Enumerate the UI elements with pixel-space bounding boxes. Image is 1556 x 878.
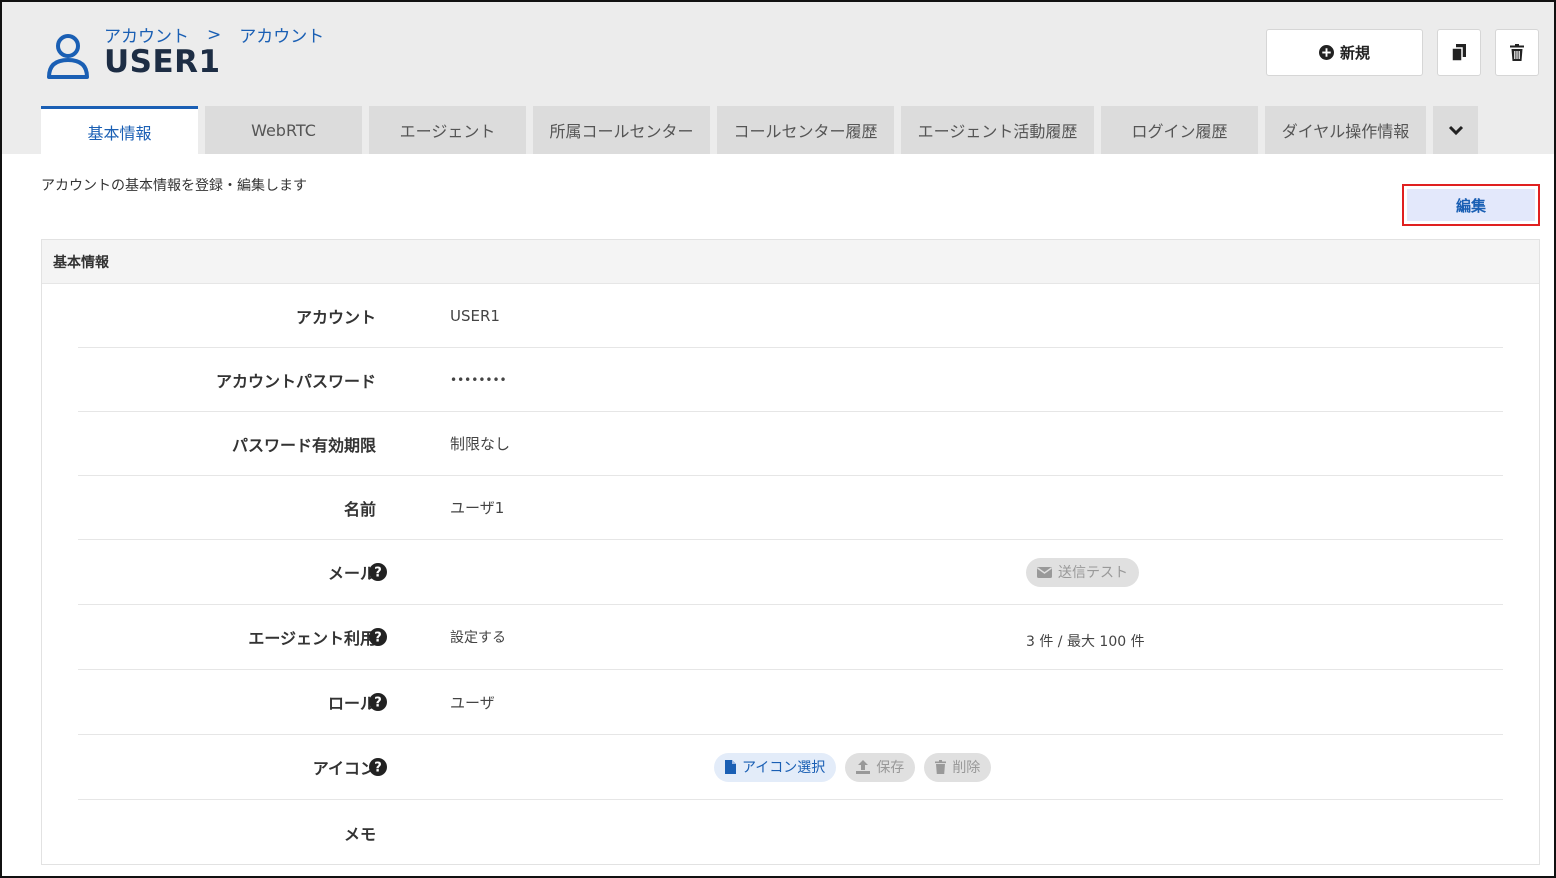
tab-agent[interactable]: エージェント: [369, 106, 526, 154]
icon-actions: アイコン選択 保存 削除: [714, 735, 992, 799]
tab-label: コールセンター履歴: [733, 122, 878, 141]
tab-more-button[interactable]: [1433, 106, 1478, 154]
chevron-down-icon: [1448, 125, 1463, 136]
password-expiry-value: 制限なし: [450, 435, 511, 453]
tab-label: エージェント: [399, 122, 496, 141]
panel-title: 基本情報: [42, 240, 1539, 284]
tab-label: 所属コールセンター: [549, 122, 694, 141]
icon-row: アイコン ? アイコン選択 保存 削除: [78, 735, 1503, 800]
trash-icon: [935, 760, 947, 774]
trash-icon: [1510, 44, 1524, 61]
agent-count: 3 件 / 最大 100 件: [1026, 634, 1145, 650]
help-icon[interactable]: ?: [369, 628, 387, 646]
icon-label: アイコン: [312, 759, 376, 778]
icon-delete-label: 削除: [952, 760, 981, 776]
help-icon[interactable]: ?: [369, 693, 387, 711]
plus-circle-icon: [1318, 45, 1334, 60]
password-value: ••••••••: [450, 372, 507, 387]
app-window: アカウント > アカウント USER1 新規 基本情報 WebRTC エージェン…: [0, 0, 1556, 878]
icon-select-button[interactable]: アイコン選択: [714, 752, 837, 782]
tab-call-center[interactable]: 所属コールセンター: [533, 106, 710, 154]
mail-row: メール ? 送信テスト: [78, 540, 1503, 605]
envelope-icon: [1037, 566, 1052, 578]
copy-icon: [1452, 44, 1466, 61]
tab-label: ダイヤル操作情報: [1281, 122, 1410, 141]
copy-button[interactable]: [1437, 29, 1481, 76]
account-value: USER1: [450, 306, 500, 325]
tab-agent-activity-history[interactable]: エージェント活動履歴: [901, 106, 1094, 154]
file-icon: [725, 760, 736, 774]
svg-text:?: ?: [374, 761, 382, 776]
name-row: 名前 ユーザ1: [78, 476, 1503, 540]
breadcrumb-link-2[interactable]: アカウント: [239, 22, 324, 47]
tab-label: ログイン履歴: [1131, 122, 1228, 141]
name-value: ユーザ1: [450, 499, 505, 517]
agent-usage-value: 設定する: [450, 630, 506, 646]
basic-info-panel: 基本情報 アカウント USER1 アカウントパスワード •••••••• パスワ…: [41, 239, 1540, 865]
send-test-label: 送信テスト: [1058, 565, 1128, 581]
role-row: ロール ? ユーザ: [78, 670, 1503, 735]
help-icon[interactable]: ?: [369, 758, 387, 776]
new-button[interactable]: 新規: [1266, 29, 1423, 76]
new-button-label: 新規: [1339, 44, 1370, 62]
memo-label: メモ: [343, 824, 376, 844]
edit-button-label: 編集: [1407, 189, 1535, 221]
send-test-button[interactable]: 送信テスト: [1026, 557, 1139, 587]
icon-select-label: アイコン選択: [742, 760, 826, 776]
role-value: ユーザ: [450, 693, 495, 712]
upload-icon: [856, 760, 871, 774]
breadcrumb-separator: >: [207, 24, 222, 45]
account-label: アカウント: [295, 307, 376, 327]
svg-text:?: ?: [374, 631, 382, 646]
tab-label: 基本情報: [87, 123, 152, 143]
tab-login-history[interactable]: ログイン履歴: [1101, 106, 1258, 154]
password-label: アカウントパスワード: [215, 371, 376, 391]
agent-usage-row: エージェント利用 ? 設定する 3 件 / 最大 100 件: [78, 605, 1503, 670]
agent-usage-label: エージェント利用: [248, 629, 376, 648]
page-description: アカウントの基本情報を登録・編集します: [41, 178, 307, 194]
account-row: アカウント USER1: [78, 284, 1503, 348]
icon-save-label: 保存: [876, 760, 905, 776]
tab-webrtc[interactable]: WebRTC: [205, 106, 362, 154]
tab-label: エージェント活動履歴: [917, 122, 1078, 141]
name-label: 名前: [343, 499, 376, 519]
page-title: USER1: [104, 44, 221, 80]
tab-dial-operation[interactable]: ダイヤル操作情報: [1265, 106, 1426, 154]
delete-button[interactable]: [1495, 29, 1539, 76]
tab-bar: 基本情報 WebRTC エージェント 所属コールセンター コールセンター履歴 エ…: [41, 106, 1478, 154]
mail-actions: 送信テスト: [1026, 540, 1139, 604]
password-expiry-label: パスワード有効期限: [231, 435, 376, 455]
icon-delete-button[interactable]: 削除: [924, 752, 992, 782]
tab-label: WebRTC: [251, 120, 316, 140]
page-header: アカウント > アカウント USER1 新規 基本情報 WebRTC エージェン…: [2, 2, 1554, 154]
password-row: アカウントパスワード ••••••••: [78, 348, 1503, 412]
password-expiry-row: パスワード有効期限 制限なし: [78, 412, 1503, 476]
svg-text:?: ?: [374, 696, 382, 711]
icon-save-button[interactable]: 保存: [845, 752, 916, 782]
help-icon[interactable]: ?: [369, 563, 387, 581]
memo-row: メモ: [78, 800, 1503, 865]
tab-basic-info[interactable]: 基本情報: [41, 106, 198, 154]
tab-call-center-history[interactable]: コールセンター履歴: [717, 106, 894, 154]
edit-button[interactable]: 編集: [1402, 184, 1540, 226]
svg-text:?: ?: [374, 566, 382, 581]
user-icon: [47, 34, 89, 79]
